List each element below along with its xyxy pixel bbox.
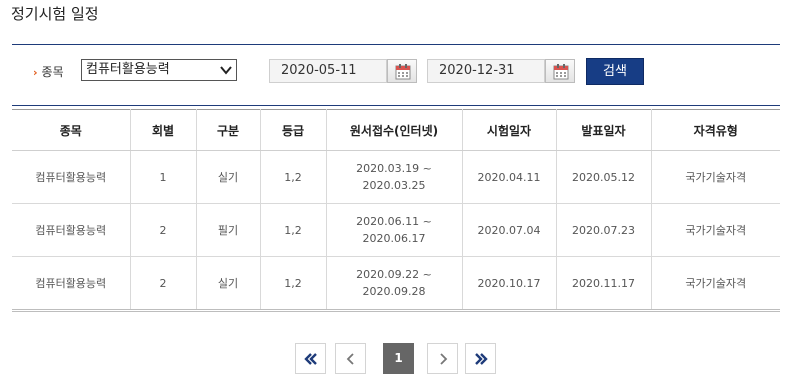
chevron-right-icon — [440, 353, 448, 365]
prev-page-button[interactable] — [335, 343, 366, 374]
cell-subject: 컴퓨터활용능력 — [12, 256, 131, 312]
table-row: 컴퓨터활용능력 1 실기 1,2 2020.03.19 ~ 2020.03.25… — [12, 150, 780, 204]
chevron-left-icon — [346, 353, 354, 365]
double-chevron-right-icon — [475, 353, 488, 365]
last-page-button[interactable] — [465, 343, 496, 374]
cell-grade: 1,2 — [260, 203, 327, 257]
start-date-input[interactable]: 2020-05-11 — [269, 59, 387, 83]
cell-result-date: 2020.11.17 — [556, 256, 652, 312]
search-button[interactable]: 검색 — [586, 58, 644, 85]
pagination: 1 — [0, 343, 800, 376]
cell-result-date: 2020.07.23 — [556, 203, 652, 257]
calendar-icon — [395, 64, 411, 80]
application-start: 2020.03.19 ~ — [356, 162, 432, 175]
cell-round: 2 — [130, 203, 197, 257]
calendar-icon — [553, 64, 569, 80]
page-number-button[interactable]: 1 — [383, 343, 414, 374]
cell-result-date: 2020.05.12 — [556, 150, 652, 204]
page-title: 정기시험 일정 — [11, 5, 99, 23]
cell-application: 2020.09.22 ~ 2020.09.28 — [326, 256, 463, 312]
application-end: 2020.06.17 — [362, 232, 426, 245]
category-label: › 종목 — [33, 63, 64, 80]
application-end: 2020.03.25 — [362, 179, 426, 192]
application-start: 2020.06.11 ~ — [356, 215, 432, 228]
header-qualification: 자격유형 — [651, 109, 780, 151]
cell-exam-date: 2020.10.17 — [462, 256, 557, 312]
end-date-calendar-button[interactable] — [545, 59, 575, 83]
header-exam-date: 시험일자 — [462, 109, 557, 151]
cell-qualification: 국가기술자격 — [651, 256, 780, 312]
cell-application: 2020.03.19 ~ 2020.03.25 — [326, 150, 463, 204]
cell-type: 실기 — [196, 256, 261, 312]
header-type: 구분 — [196, 109, 261, 151]
cell-subject: 컴퓨터활용능력 — [12, 203, 131, 257]
double-chevron-left-icon — [304, 353, 317, 365]
cell-exam-date: 2020.04.11 — [462, 150, 557, 204]
cell-round: 2 — [130, 256, 197, 312]
cell-grade: 1,2 — [260, 150, 327, 204]
header-result-date: 발표일자 — [556, 109, 652, 151]
header-grade: 등급 — [260, 109, 327, 151]
bullet-arrow-icon: › — [33, 66, 38, 79]
application-start: 2020.09.22 ~ — [356, 268, 432, 281]
header-subject: 종목 — [12, 109, 131, 151]
cell-subject: 컴퓨터활용능력 — [12, 150, 131, 204]
first-page-button[interactable] — [295, 343, 326, 374]
exam-schedule-table: 종목 회별 구분 등급 원서접수(인터넷) 시험일자 발표일자 자격유형 컴퓨터… — [12, 109, 780, 312]
chevron-down-icon — [220, 66, 232, 75]
cell-qualification: 국가기술자격 — [651, 150, 780, 204]
cell-round: 1 — [130, 150, 197, 204]
next-page-button[interactable] — [427, 343, 458, 374]
cell-application: 2020.06.11 ~ 2020.06.17 — [326, 203, 463, 257]
header-round: 회별 — [130, 109, 197, 151]
cell-type: 필기 — [196, 203, 261, 257]
cell-qualification: 국가기술자격 — [651, 203, 780, 257]
start-date-calendar-button[interactable] — [387, 59, 417, 83]
cell-grade: 1,2 — [260, 256, 327, 312]
application-end: 2020.09.28 — [362, 285, 426, 298]
cell-type: 실기 — [196, 150, 261, 204]
table-header-row: 종목 회별 구분 등급 원서접수(인터넷) 시험일자 발표일자 자격유형 — [12, 109, 780, 151]
cell-exam-date: 2020.07.04 — [462, 203, 557, 257]
category-select[interactable]: 컴퓨터활용능력 — [81, 59, 237, 81]
search-panel: › 종목 컴퓨터활용능력 2020-05-11 2020-12-31 검색 — [12, 44, 780, 106]
table-row: 컴퓨터활용능력 2 실기 1,2 2020.09.22 ~ 2020.09.28… — [12, 256, 780, 312]
header-application: 원서접수(인터넷) — [326, 109, 463, 151]
end-date-input[interactable]: 2020-12-31 — [427, 59, 545, 83]
category-select-value: 컴퓨터활용능력 — [86, 62, 170, 77]
category-label-text: 종목 — [41, 65, 64, 79]
table-row: 컴퓨터활용능력 2 필기 1,2 2020.06.11 ~ 2020.06.17… — [12, 203, 780, 257]
